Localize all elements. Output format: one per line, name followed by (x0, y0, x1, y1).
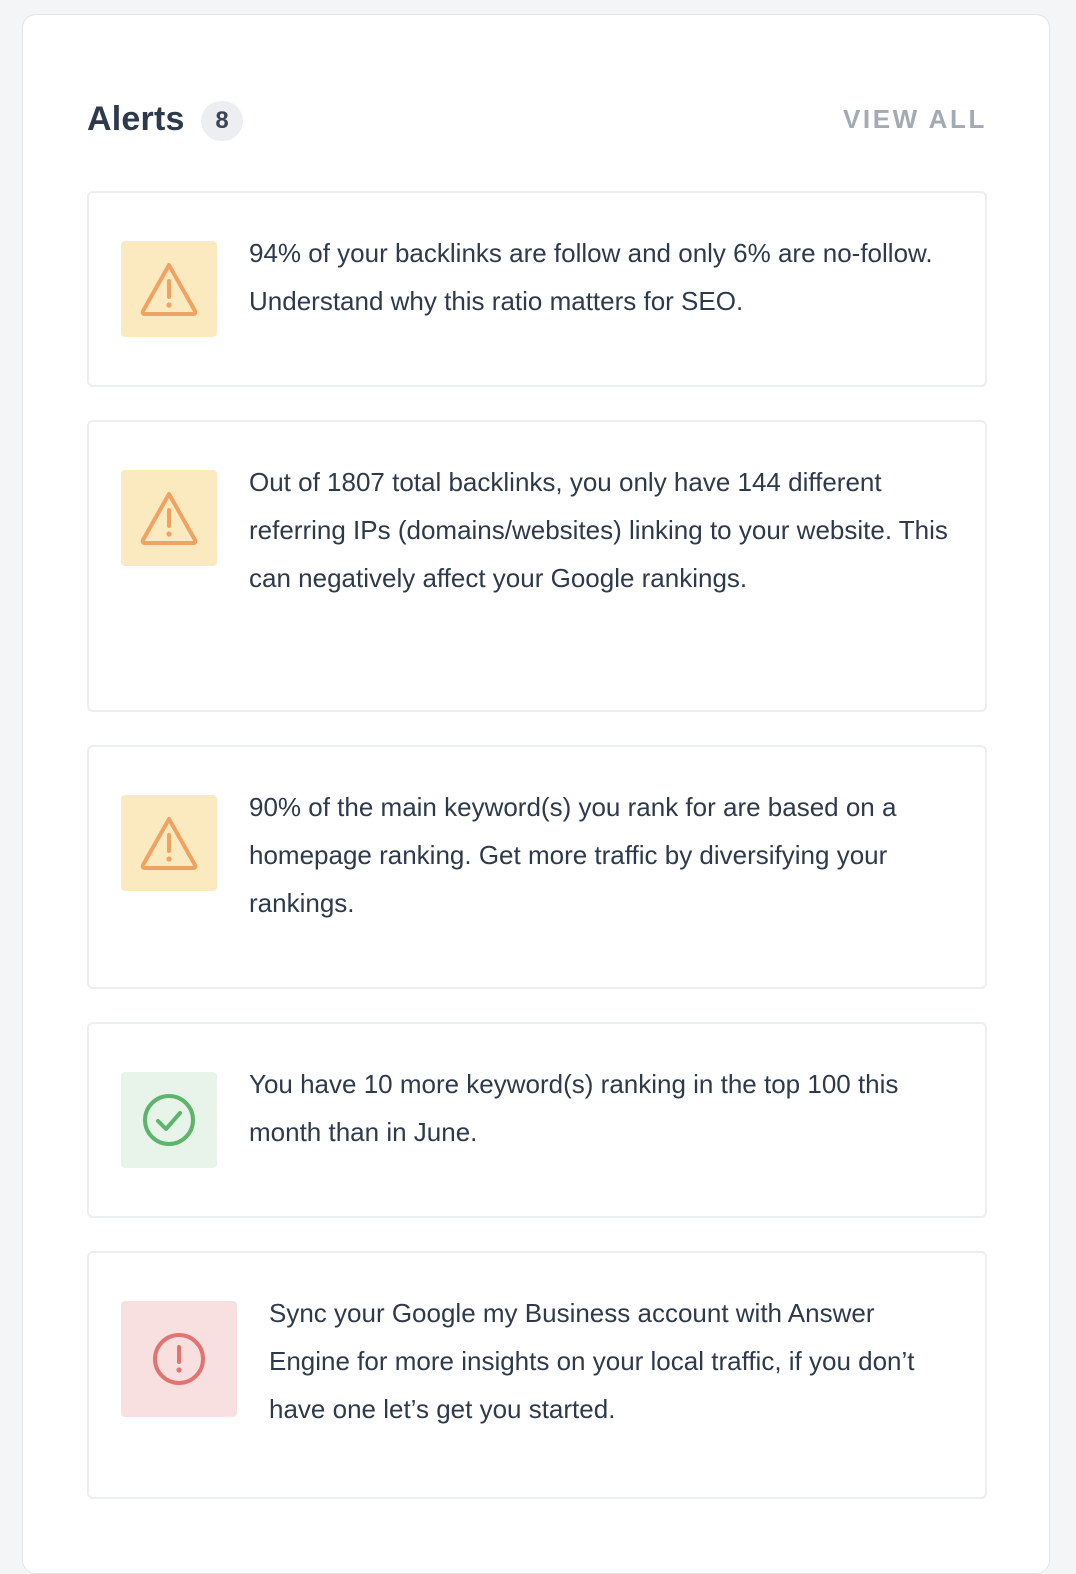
alert-icon-container (121, 470, 217, 566)
alert-message: You have 10 more keyword(s) ranking in t… (249, 1069, 899, 1147)
check-circle-icon (143, 1094, 195, 1146)
alert-message: Out of 1807 total backlinks, you only ha… (249, 467, 948, 593)
alert-message: Sync your Google my Business account wit… (269, 1298, 915, 1424)
alert-icon-container (121, 795, 217, 891)
alerts-title: Alerts (87, 100, 185, 138)
alert-icon-container (121, 1301, 237, 1417)
alert-icon-container (121, 1072, 217, 1168)
alert-message: 94% of your backlinks are follow and onl… (249, 238, 933, 316)
alerts-header: Alerts 8 VIEW ALL (87, 97, 987, 141)
alert-item[interactable]: 90% of the main keyword(s) you rank for … (87, 745, 987, 989)
alert-icon-container (121, 241, 217, 337)
alerts-panel: Alerts 8 VIEW ALL 94% of your backlinks … (22, 14, 1050, 1574)
alert-item[interactable]: Out of 1807 total backlinks, you only ha… (87, 420, 987, 712)
view-all-link[interactable]: VIEW ALL (843, 97, 987, 141)
exclamation-circle-icon (153, 1333, 205, 1385)
alerts-count-badge: 8 (201, 101, 243, 141)
alert-message: 90% of the main keyword(s) you rank for … (249, 792, 897, 918)
warning-triangle-icon (140, 817, 198, 870)
alert-item[interactable]: 94% of your backlinks are follow and onl… (87, 191, 987, 387)
alerts-list: 94% of your backlinks are follow and onl… (87, 191, 987, 1532)
alert-item[interactable]: You have 10 more keyword(s) ranking in t… (87, 1022, 987, 1218)
alert-item[interactable]: Sync your Google my Business account wit… (87, 1251, 987, 1499)
warning-triangle-icon (140, 492, 198, 545)
warning-triangle-icon (140, 263, 198, 316)
